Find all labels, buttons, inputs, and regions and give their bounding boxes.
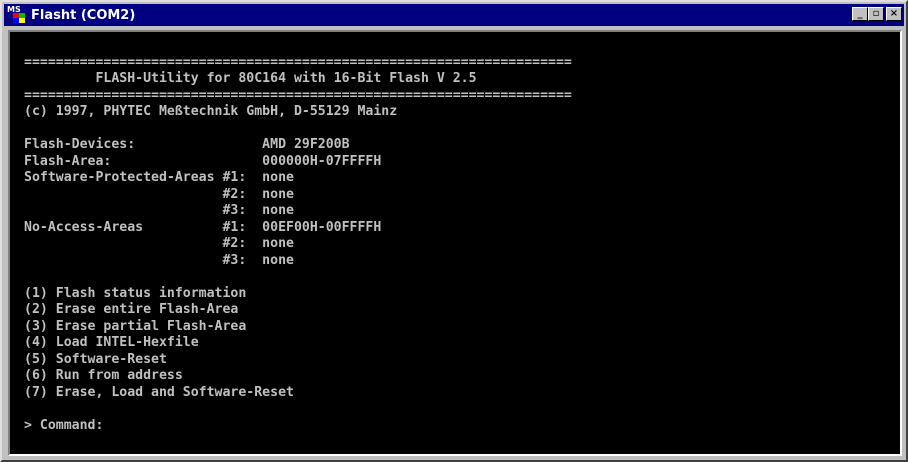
title-bar[interactable]: MS Flasht (COM2) _ ▫ ×: [4, 4, 904, 26]
window-controls: _ ▫ ×: [852, 7, 902, 21]
maximize-button[interactable]: ▫: [868, 7, 884, 21]
console-line: (1) Flash status information: [24, 285, 247, 301]
console-line: (3) Erase partial Flash-Area: [24, 318, 247, 334]
console-line: #2: none: [24, 186, 294, 202]
console-line: Flash-Devices: AMD 29F200B: [24, 137, 350, 152]
console-line: (2) Erase entire Flash-Area: [24, 302, 239, 317]
console-line: FLASH-Utility for 80C164 with 16-Bit Fla…: [24, 71, 477, 86]
console-window: MS Flasht (COM2) _ ▫ × =================…: [0, 0, 908, 462]
console-line: (4) Load INTEL-Hexfile: [24, 335, 199, 350]
maximize-icon: ▫: [872, 8, 880, 19]
console-line: > Command:: [24, 417, 104, 433]
console-line: No-Access-Areas #1: 00EF00H-00FFFFH: [24, 219, 382, 235]
close-icon: ×: [889, 8, 899, 19]
console-line: (7) Erase, Load and Software-Reset: [24, 384, 294, 400]
console-output[interactable]: ========================================…: [8, 30, 902, 456]
console-line: (5) Software-Reset: [24, 351, 167, 367]
console-line: Flash-Area: 000000H-07FFFFH: [24, 153, 382, 169]
console-line: #2: none: [24, 236, 294, 251]
close-button[interactable]: ×: [886, 7, 902, 21]
ms-dos-icon[interactable]: MS: [7, 6, 25, 24]
console-line: #3: none: [24, 203, 294, 218]
window-title: Flasht (COM2): [31, 7, 136, 23]
minimize-icon: _: [857, 8, 863, 19]
console-line: ========================================…: [24, 87, 572, 103]
console-line: ========================================…: [24, 54, 572, 70]
minimize-button[interactable]: _: [852, 7, 868, 21]
console-line: Software-Protected-Areas #1: none: [24, 170, 294, 185]
console-line: (c) 1997, PHYTEC Meßtechnik GmbH, D-5512…: [24, 104, 398, 119]
console-line: #3: none: [24, 252, 294, 268]
console-line: (6) Run from address: [24, 368, 183, 383]
